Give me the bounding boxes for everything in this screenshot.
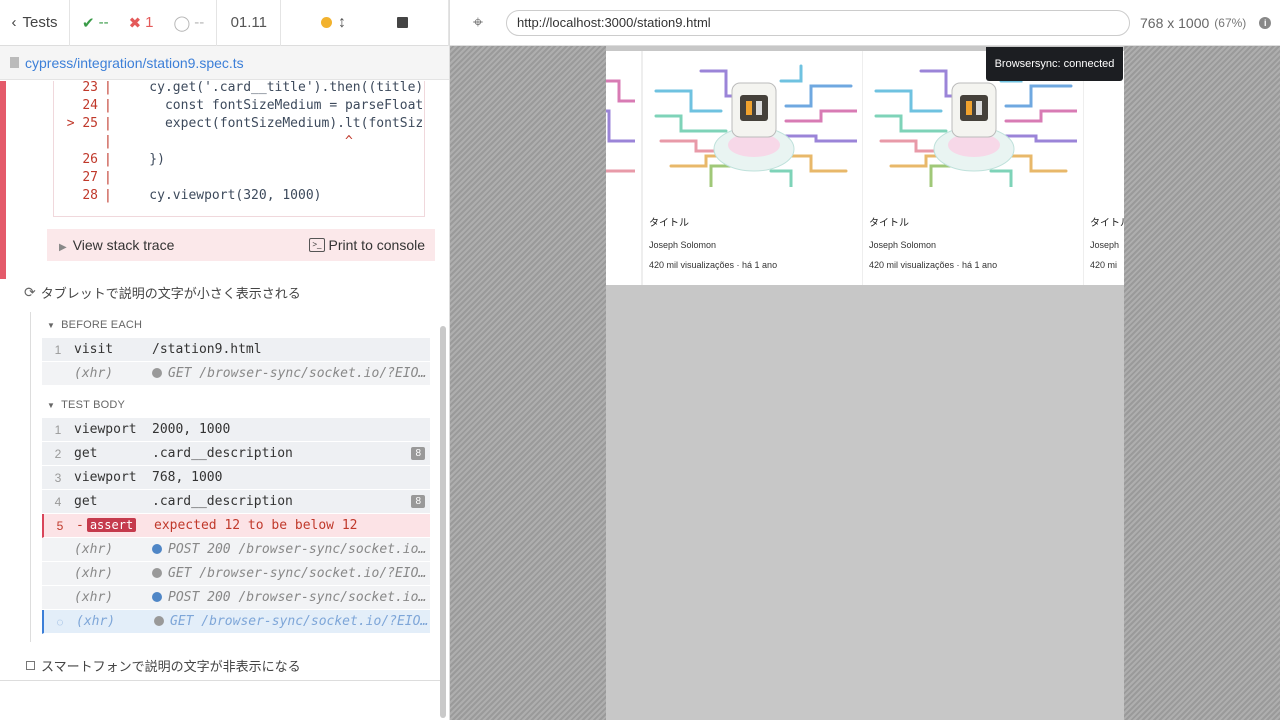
- command-log: ▼ BEFORE EACH 1 visit/station9.html (xhr) G…: [30, 312, 430, 642]
- command-row[interactable]: 2 get .card__description 8: [42, 442, 430, 466]
- code-line: 26 | }): [82, 152, 165, 167]
- xhr-row[interactable]: (xhr) GET /browser-sync/socket.io/?EIO=…: [42, 562, 430, 586]
- caret-down-icon: ▼: [47, 320, 56, 330]
- card-title: タイトル: [869, 218, 909, 229]
- reporter-header: ‹ Tests ✔ -- ✖ 1 ◯ -- 01.11 ↕: [0, 0, 449, 46]
- command-row[interactable]: 4 get .card__description 8: [42, 490, 430, 514]
- xhr-row[interactable]: (xhr) POST 200 /browser-sync/socket.io/…: [42, 538, 430, 562]
- command-row[interactable]: 1 visit/station9.html: [42, 338, 430, 362]
- before-each-header[interactable]: ▼ BEFORE EACH: [31, 312, 430, 338]
- chevron-left-icon: ‹: [11, 14, 17, 31]
- failed-stat: ✖ 1: [128, 14, 154, 32]
- status-dot-icon: [154, 616, 164, 626]
- count-badge: 8: [411, 495, 425, 508]
- selector-playground-button[interactable]: ⌖: [450, 12, 506, 33]
- divider: [0, 680, 446, 681]
- tests-button[interactable]: ‹ Tests: [0, 0, 70, 46]
- status-dot-icon: [152, 592, 162, 602]
- xhr-row[interactable]: (xhr) POST 200 /browser-sync/socket.io/…: [42, 586, 430, 610]
- browsersync-notification: Browsersync: connected: [986, 47, 1123, 81]
- card-description: 420 mil visualizações · há 1 ano: [649, 260, 778, 270]
- test-body-header[interactable]: ▼ TEST BODY: [31, 392, 430, 418]
- info-icon: i: [1259, 16, 1272, 29]
- thumbnail-image: [606, 79, 635, 173]
- view-stack-trace-toggle[interactable]: ▶ View stack trace: [59, 237, 174, 253]
- caret-down-icon: ▼: [47, 400, 56, 410]
- app-under-test: ⌖ http://localhost:3000/station9.html 76…: [450, 0, 1280, 720]
- status-dot-icon: [320, 17, 332, 28]
- xhr-row-pending[interactable]: ◌ (xhr) GET /browser-sync/socket.io/?EIO=…: [42, 610, 430, 634]
- run-controls: ↕: [281, 0, 449, 46]
- status-dot-icon: [152, 368, 162, 378]
- command-row[interactable]: 3 viewport 768, 1000: [42, 466, 430, 490]
- auto-scroll-toggle[interactable]: ↕: [320, 13, 346, 32]
- card-title: タイトル: [649, 218, 689, 229]
- status-dot-icon: [152, 544, 162, 554]
- card-title: タイトル: [1090, 218, 1124, 229]
- card[interactable]: タイトル Joseph Solomon 420 mil visualizaçõe…: [863, 51, 1084, 285]
- card[interactable]: タイトル Joseph 420 mi: [1084, 51, 1124, 285]
- viewport-info[interactable]: 768 x 1000 (67%) i: [1140, 15, 1272, 31]
- card[interactable]: [606, 51, 642, 285]
- card-author: Joseph: [1090, 240, 1120, 250]
- command-row[interactable]: 1 viewport 2000, 1000: [42, 418, 430, 442]
- checkbox-icon: [26, 661, 35, 670]
- aut-iframe: タイトル Joseph Solomon 420 mil visualizaçõe…: [606, 46, 1124, 720]
- card[interactable]: タイトル Joseph Solomon 420 mil visualizaçõe…: [642, 51, 863, 285]
- code-line: 23 | cy.get('.card__title').then((title): [82, 81, 424, 95]
- file-icon: [10, 57, 19, 68]
- spec-file-bar[interactable]: cypress/integration/station9.spec.ts: [0, 46, 449, 80]
- page-content: タイトル Joseph Solomon 420 mil visualizaçõe…: [606, 51, 1124, 285]
- print-to-console-button[interactable]: >_ Print to console: [309, 237, 425, 253]
- refresh-icon: ⟳: [24, 284, 36, 300]
- error-block: 23 | cy.get('.card__title').then((title) …: [0, 81, 440, 279]
- assert-row-failed[interactable]: 5- assert expected 12 to be below 12: [42, 514, 430, 538]
- reporter-panel: ‹ Tests ✔ -- ✖ 1 ◯ -- 01.11 ↕ cypress/integ…: [0, 0, 450, 720]
- test-title-running[interactable]: ⟳ タブレットで説明の文字が小さく表示される: [24, 283, 301, 302]
- x-icon: ✖: [128, 14, 142, 32]
- stop-button[interactable]: [397, 17, 409, 28]
- code-line: 28 | cy.viewport(320, 1000): [82, 188, 322, 203]
- code-line-highlighted: > 25 | expect(fontSizeMedium).lt(fontSiz: [66, 116, 424, 131]
- card-author: Joseph Solomon: [869, 240, 937, 250]
- xhr-row[interactable]: (xhr) GET /browser-sync/socket.io/?EIO=…: [42, 362, 430, 386]
- count-badge: 8: [411, 447, 425, 460]
- url-bar[interactable]: http://localhost:3000/station9.html: [506, 9, 1130, 36]
- scroll-arrows-icon: ↕: [337, 13, 346, 31]
- code-line: 24 | const fontSizeMedium = parseFloat: [82, 98, 424, 113]
- code-line-caret: | ^: [104, 134, 353, 149]
- crosshair-icon: ⌖: [472, 12, 484, 32]
- circle-icon: ◯: [173, 14, 191, 32]
- check-icon: ✔: [82, 14, 95, 32]
- reporter-scrollbar[interactable]: [440, 326, 446, 718]
- card-author: Joseph Solomon: [649, 240, 717, 250]
- aut-header: ⌖ http://localhost:3000/station9.html 76…: [450, 0, 1280, 46]
- code-frame: 23 | cy.get('.card__title').then((title) …: [53, 81, 425, 217]
- test-stats: ✔ -- ✖ 1 ◯ --: [70, 0, 218, 46]
- thumbnail-image: [654, 64, 857, 187]
- stack-trace-bar: ▶ View stack trace >_ Print to console: [47, 229, 435, 261]
- pending-stat: ◯ --: [173, 14, 205, 32]
- code-line: 27 |: [82, 170, 112, 185]
- card-description: 420 mi: [1090, 260, 1118, 270]
- status-dot-icon: [152, 568, 162, 578]
- card-description: 420 mil visualizações · há 1 ano: [869, 260, 998, 270]
- spinner-icon: ◌: [56, 614, 64, 629]
- passed-stat: ✔ --: [82, 14, 109, 32]
- terminal-icon: >_: [309, 238, 325, 252]
- duration: 01.11: [217, 0, 282, 46]
- test-title-next[interactable]: スマートフォンで説明の文字が非表示になる: [26, 656, 301, 675]
- caret-right-icon: ▶: [59, 242, 67, 253]
